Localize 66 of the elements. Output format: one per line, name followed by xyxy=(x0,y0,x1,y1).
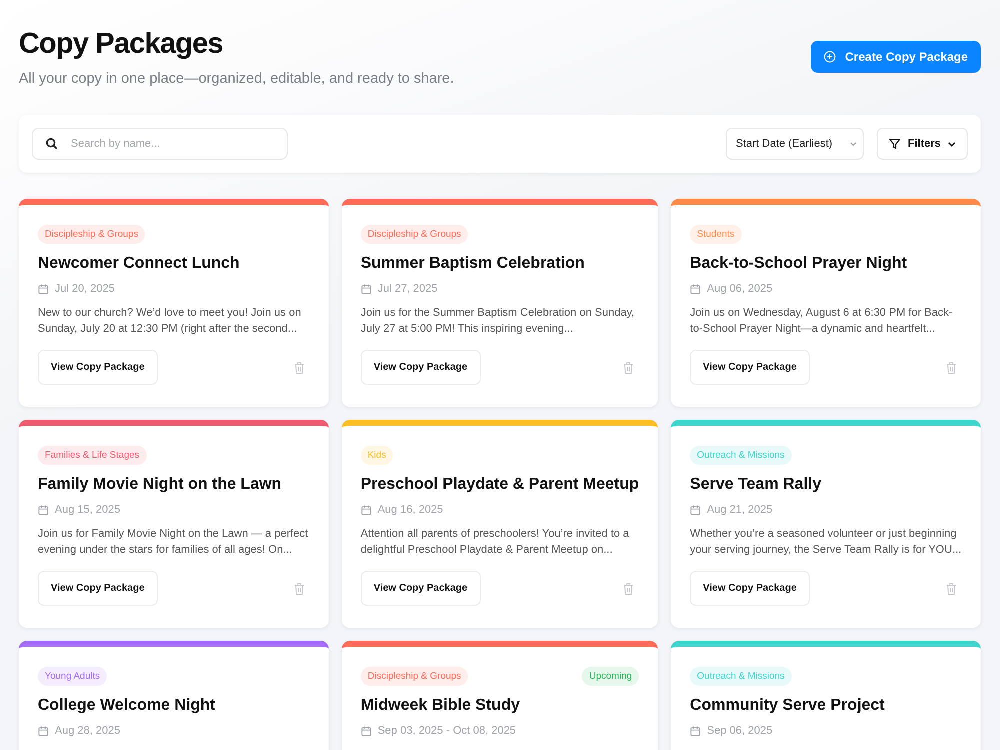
trash-icon[interactable] xyxy=(294,582,305,594)
card-title: Summer Baptism Celebration xyxy=(360,255,586,273)
card-description: Join us for Family Movie Night on the Lawn — a perfect evening under the stars for families of all ages! On... xyxy=(38,527,310,558)
event-date: Aug 16, 2025 xyxy=(378,504,444,516)
card-title: Back-to-School Prayer Night xyxy=(690,255,908,273)
calendar-icon xyxy=(38,726,49,736)
category-tag: Students xyxy=(690,225,742,244)
calendar-icon xyxy=(690,726,702,736)
calendar-icon xyxy=(690,284,702,294)
card-title: Preschool Playdate & Parent Meetup xyxy=(360,476,640,494)
view-button[interactable]: View Copy Package xyxy=(360,571,481,606)
category-tag: Families & Life Stages xyxy=(38,446,147,465)
category-tag: Discipleship & Groups xyxy=(38,225,146,244)
event-date: Aug 21, 2025 xyxy=(707,504,773,516)
category-tag: Kids xyxy=(360,446,394,465)
view-button[interactable]: View Copy Package xyxy=(690,350,810,385)
trash-icon[interactable] xyxy=(623,582,634,594)
card-title: Family Movie Night on the Lawn xyxy=(38,476,283,494)
sort-dropdown[interactable]: Start Date (Earliest) xyxy=(726,128,864,160)
page-title: Copy Packages xyxy=(19,28,224,61)
card-title: Newcomer Connect Lunch xyxy=(38,255,241,273)
trash-icon[interactable] xyxy=(946,362,957,374)
event-date: Sep 03, 2025 - Oct 08, 2025 xyxy=(378,725,516,737)
search-icon xyxy=(46,138,58,150)
card-title: Midweek Bible Study xyxy=(360,697,521,715)
card-description: Whether you’re a seasoned volunteer or just beginning your serving journey, the Serve Team Rally is for YOU... xyxy=(690,527,962,558)
card-description: Attention all parents of preschoolers! You’re invited to a delightful Preschool Playdate & Parent Meetup on... xyxy=(360,527,630,558)
trash-icon[interactable] xyxy=(623,362,634,374)
event-date: Aug 06, 2025 xyxy=(707,283,773,295)
filter-icon xyxy=(888,138,901,150)
chevron-down-icon xyxy=(850,142,857,146)
view-button[interactable]: View Copy Package xyxy=(38,571,158,606)
card-title: Serve Team Rally xyxy=(690,476,822,494)
view-button[interactable]: View Copy Package xyxy=(38,350,158,385)
card-description: Join us on Wednesday, August 6 at 6:30 PM for Back-to-School Prayer Night—a dynamic and heartfelt... xyxy=(690,306,954,337)
view-button[interactable]: View Copy Package xyxy=(690,571,810,606)
category-tag: Outreach & Missions xyxy=(690,446,792,465)
create-button[interactable]: Create Copy Package xyxy=(811,41,981,73)
card-title: Community Serve Project xyxy=(690,697,886,715)
event-date: Aug 28, 2025 xyxy=(55,725,120,737)
event-date: Jul 27, 2025 xyxy=(378,283,438,295)
card-title: College Welcome Night xyxy=(38,697,217,715)
search-field[interactable]: Search by name... xyxy=(32,128,288,160)
filters-button[interactable]: Filters xyxy=(876,128,968,160)
event-date: Jul 20, 2025 xyxy=(55,283,115,295)
calendar-icon xyxy=(690,504,702,516)
category-tag: Discipleship & Groups xyxy=(360,667,468,686)
status-badge: Upcoming xyxy=(582,667,640,686)
card-description: Join us for the Summer Baptism Celebration on Sunday, July 27 at 5:00 PM! This inspiring evening... xyxy=(360,306,636,337)
calendar-icon xyxy=(360,504,372,516)
trash-icon[interactable] xyxy=(294,362,305,374)
category-tag: Discipleship & Groups xyxy=(360,225,468,244)
plus-circle-icon xyxy=(824,51,836,63)
calendar-icon xyxy=(360,726,372,736)
category-tag: Outreach & Missions xyxy=(690,667,792,686)
page-subtitle: All your copy in one place—organized, editable, and ready to share. xyxy=(19,71,454,87)
event-date: Aug 15, 2025 xyxy=(55,504,120,516)
chevron-down-icon xyxy=(948,142,956,146)
view-button[interactable]: View Copy Package xyxy=(360,350,481,385)
calendar-icon xyxy=(38,284,49,294)
card-description: New to our church? We’d love to meet you! Join us on Sunday, July 20 at 12:30 PM (right after the second... xyxy=(38,306,302,337)
calendar-icon xyxy=(360,284,372,294)
calendar-icon xyxy=(38,504,49,516)
trash-icon[interactable] xyxy=(946,582,957,594)
event-date: Sep 06, 2025 xyxy=(707,725,773,737)
category-tag: Young Adults xyxy=(38,667,108,686)
